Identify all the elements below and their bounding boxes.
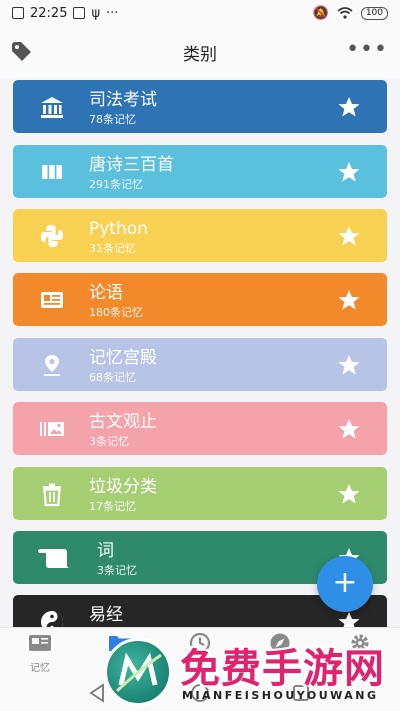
wifi-icon — [337, 7, 353, 19]
category-name: 词 — [97, 541, 114, 561]
newspaper-icon — [41, 292, 63, 308]
watermark: 免费手游网 MIANFEISHOUYOUWANG — [100, 636, 400, 711]
status-time: 22:25 — [30, 5, 68, 21]
category-card[interactable]: 垃圾分类 17条记忆 — [13, 467, 387, 520]
category-card[interactable]: 论语 180条记忆 — [13, 273, 387, 326]
category-name: 易经 — [89, 605, 123, 625]
more-options-icon[interactable]: ••• — [346, 39, 388, 61]
category-count: 3条记忆 — [97, 564, 137, 577]
columns-icon — [42, 165, 62, 179]
category-name: Python — [89, 219, 148, 239]
category-name: 论语 — [89, 283, 123, 303]
category-name: 垃圾分类 — [89, 477, 157, 497]
category-name: 记忆宫殿 — [89, 348, 157, 368]
category-card[interactable]: 记忆宫殿 68条记忆 — [13, 338, 387, 391]
watermark-logo — [104, 638, 172, 706]
usb-icon: ψ — [91, 5, 101, 21]
watermark-title: 免费手游网 — [180, 646, 385, 692]
watermark-subtitle: MIANFEISHOUYOUWANG — [182, 689, 379, 702]
star-icon[interactable] — [337, 160, 361, 184]
category-card[interactable]: Python 31条记忆 — [13, 209, 387, 262]
nav-label: 记忆 — [30, 663, 50, 674]
tag-icon[interactable] — [10, 40, 34, 64]
category-count: 17条记忆 — [89, 500, 136, 513]
category-name: 唐诗三百首 — [89, 155, 174, 175]
category-count: 3条记忆 — [89, 435, 129, 448]
notification-icon — [73, 7, 86, 19]
app-header: 类别 ••• — [0, 26, 400, 78]
python-icon — [41, 225, 63, 247]
page-title: 类别 — [183, 44, 217, 65]
nav-item-memory[interactable]: 记忆 — [0, 632, 80, 674]
overflow-dots-icon: ··· — [106, 5, 119, 21]
star-icon[interactable] — [337, 224, 361, 248]
category-count: 31条记忆 — [89, 242, 136, 255]
gallery-icon — [40, 422, 64, 436]
star-icon[interactable] — [337, 417, 361, 441]
battery-indicator: 100 — [360, 6, 388, 20]
map-pin-icon — [44, 355, 60, 376]
mute-icon: 🔕 — [312, 5, 329, 21]
screenshot-icon — [12, 7, 24, 19]
category-count: 180条记忆 — [89, 306, 143, 319]
category-count: 68条记忆 — [89, 371, 136, 384]
bank-icon — [41, 97, 63, 118]
category-name: 司法考试 — [89, 90, 157, 110]
add-category-button[interactable]: + — [317, 556, 373, 612]
star-icon[interactable] — [337, 95, 361, 119]
category-card[interactable]: 司法考试 78条记忆 — [13, 80, 387, 133]
category-name: 古文观止 — [89, 412, 157, 432]
star-icon[interactable] — [337, 482, 361, 506]
status-bar: 22:25 ψ ··· 🔕 100 — [0, 0, 400, 26]
category-card[interactable]: 古文观止 3条记忆 — [13, 402, 387, 455]
category-count: 291条记忆 — [89, 178, 143, 191]
book-icon — [29, 635, 51, 651]
trash-icon — [43, 483, 61, 507]
star-icon[interactable] — [337, 353, 361, 377]
scroll-icon — [38, 549, 70, 568]
category-card[interactable]: 唐诗三百首 291条记忆 — [13, 145, 387, 198]
leaf-m-icon — [115, 652, 162, 693]
category-count: 78条记忆 — [89, 113, 136, 126]
star-icon[interactable] — [337, 288, 361, 312]
